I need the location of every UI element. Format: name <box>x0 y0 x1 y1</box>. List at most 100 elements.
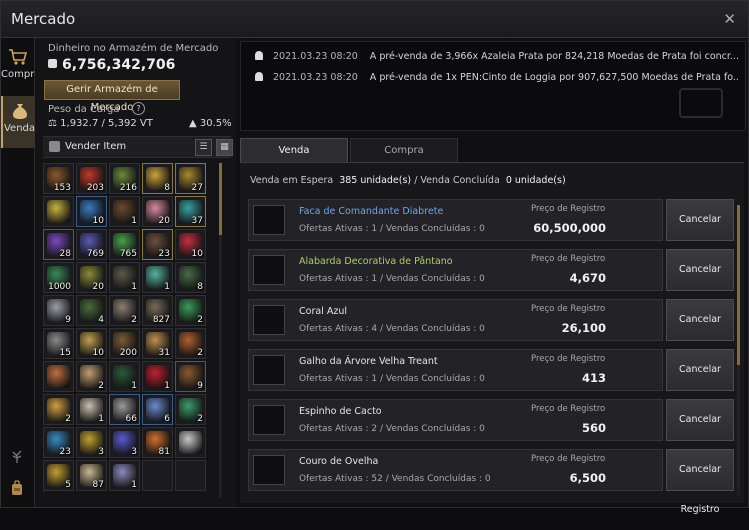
item-name: Faca de Comandante Diabrete <box>299 206 444 217</box>
rail-tab-venda[interactable]: Venda <box>1 96 36 148</box>
market-window: Mercado ✕ Compra Venda Dinheiro no Armaz… <box>0 0 749 515</box>
cancel-registration-button[interactable]: Cancelar Registro <box>666 399 734 465</box>
manage-warehouse-button[interactable]: Gerir Armazém de Mercado <box>44 80 180 113</box>
inventory-slot[interactable]: 1000 <box>43 262 74 293</box>
inventory-slot[interactable]: 15 <box>43 328 74 359</box>
inventory-slot[interactable]: 27 <box>175 163 206 194</box>
inventory-slot[interactable]: 20 <box>142 196 173 227</box>
listing-row[interactable]: Espinho de Cacto Ofertas Ativas : 2 / Ven… <box>248 399 663 441</box>
inventory-slot[interactable]: 2 <box>76 361 107 392</box>
tab-bar: Venda Compra <box>240 138 744 163</box>
inventory-slot[interactable] <box>43 196 74 227</box>
item-icon <box>47 200 70 223</box>
inventory-slot[interactable]: 4 <box>76 295 107 326</box>
listing-row[interactable]: Galho da Árvore Velha Treant Ofertas Ativ… <box>248 349 663 391</box>
inventory-slot[interactable]: 9 <box>175 361 206 392</box>
price-label: Preço de Registro <box>531 404 606 414</box>
inventory-slot[interactable] <box>175 427 206 458</box>
inventory-slot[interactable]: 3 <box>109 427 140 458</box>
cancel-registration-button[interactable]: Cancelar Registro <box>666 199 734 265</box>
title-bar[interactable]: Mercado ✕ <box>1 1 748 38</box>
inventory-slot[interactable]: 765 <box>109 229 140 260</box>
price-label: Preço de Registro <box>531 304 606 314</box>
inventory-slot[interactable]: 200 <box>109 328 140 359</box>
inventory-slot[interactable]: 2 <box>109 295 140 326</box>
list-view-button[interactable]: ☰ <box>195 139 212 156</box>
inventory-slot[interactable]: 203 <box>76 163 107 194</box>
inventory-slot[interactable]: 10 <box>175 229 206 260</box>
item-quantity: 5 <box>65 480 71 490</box>
inventory-slot[interactable]: 2 <box>175 328 206 359</box>
inventory-slot[interactable] <box>142 460 173 491</box>
inventory-slot[interactable]: 153 <box>43 163 74 194</box>
cancel-registration-button[interactable]: Cancelar Registro <box>666 349 734 415</box>
inventory-slot[interactable] <box>175 460 206 491</box>
listing-row[interactable]: Couro de Ovelha Ofertas Ativas : 52 / Ven… <box>248 449 663 491</box>
inventory-slot[interactable]: 1 <box>109 262 140 293</box>
item-quantity: 769 <box>86 249 104 259</box>
inventory-scrollbar[interactable] <box>219 163 222 498</box>
inventory-slot[interactable]: 37 <box>175 196 206 227</box>
inventory-slot[interactable]: 2 <box>175 394 206 425</box>
money-label: Dinheiro no Armazém de Mercado <box>48 43 219 54</box>
help-icon[interactable]: ? <box>132 102 145 115</box>
inventory-slot[interactable]: 66 <box>109 394 140 425</box>
item-quantity: 15 <box>59 348 71 358</box>
inventory-slot[interactable]: 9 <box>43 295 74 326</box>
listing-row[interactable]: Faca de Comandante Diabrete Ofertas Ativa… <box>248 199 663 241</box>
inventory-slot[interactable]: 23 <box>43 427 74 458</box>
inventory-slot[interactable]: 8 <box>142 163 173 194</box>
inventory-slot[interactable]: 827 <box>142 295 173 326</box>
inventory-slot[interactable]: 20 <box>76 262 107 293</box>
item-icon <box>179 431 202 454</box>
inventory-slot[interactable]: 1 <box>109 196 140 227</box>
backpack-icon[interactable] <box>9 480 25 496</box>
rail-compra-label: Compra <box>1 69 41 80</box>
tree-icon[interactable] <box>9 448 25 464</box>
cancel-registration-button[interactable]: Cancelar Registro <box>666 449 734 515</box>
inventory-slot[interactable]: 10 <box>76 196 107 227</box>
listing-scrollbar[interactable] <box>737 205 740 495</box>
inventory-slot[interactable]: 5 <box>43 460 74 491</box>
inventory-slot[interactable]: 87 <box>76 460 107 491</box>
inventory-slot[interactable]: 81 <box>142 427 173 458</box>
cancel-registration-button[interactable]: Cancelar Registro <box>666 299 734 365</box>
inventory-slot[interactable]: 2 <box>43 394 74 425</box>
notice-time: 2021.03.23 08:20 <box>273 51 358 62</box>
item-quantity: 23 <box>59 447 71 457</box>
inventory-slot[interactable]: 1 <box>109 460 140 491</box>
listing-row[interactable]: Coral Azul Ofertas Ativas : 4 / Vendas Co… <box>248 299 663 341</box>
listing-row[interactable]: Alabarda Decorativa de Pântano Ofertas At… <box>248 249 663 291</box>
inventory-slot[interactable]: 10 <box>76 328 107 359</box>
inventory-slot[interactable]: 23 <box>142 229 173 260</box>
inventory-slot[interactable]: 1 <box>142 361 173 392</box>
inventory-slot[interactable]: 1 <box>76 394 107 425</box>
rail-tab-compra[interactable]: Compra <box>1 42 41 94</box>
inventory-slot[interactable]: 8 <box>175 262 206 293</box>
scrollbar-thumb[interactable] <box>737 205 740 365</box>
inventory-slot[interactable]: 31 <box>142 328 173 359</box>
waiting-label: Venda em Espera <box>250 175 334 186</box>
price-value: 26,100 <box>561 321 606 335</box>
cancel-registration-button[interactable]: Cancelar Registro <box>666 249 734 315</box>
inventory-slot[interactable]: 769 <box>76 229 107 260</box>
item-quantity: 2 <box>98 381 104 391</box>
waiting-value: 385 unidade(s) <box>339 175 412 186</box>
item-quantity: 203 <box>86 183 104 193</box>
close-icon[interactable]: ✕ <box>723 10 736 28</box>
tab-venda[interactable]: Venda <box>240 138 348 162</box>
inventory-slot[interactable]: 1 <box>142 262 173 293</box>
inventory-slot[interactable]: 1 <box>109 361 140 392</box>
item-quantity: 9 <box>65 315 71 325</box>
inventory-slot[interactable]: 216 <box>109 163 140 194</box>
inventory-slot[interactable]: 2 <box>175 295 206 326</box>
inventory-slot[interactable] <box>43 361 74 392</box>
tab-compra[interactable]: Compra <box>350 138 458 162</box>
inventory-slot[interactable]: 6 <box>142 394 173 425</box>
weight-pct-icon: ▲ <box>189 118 200 129</box>
scrollbar-thumb[interactable] <box>219 163 222 235</box>
inventory-slot[interactable]: 28 <box>43 229 74 260</box>
grid-view-button[interactable]: ▦ <box>216 139 233 156</box>
inventory-slot[interactable]: 3 <box>76 427 107 458</box>
notice-item: 2021.03.23 08:20 A pré-venda de 3,966x Az… <box>255 51 739 65</box>
